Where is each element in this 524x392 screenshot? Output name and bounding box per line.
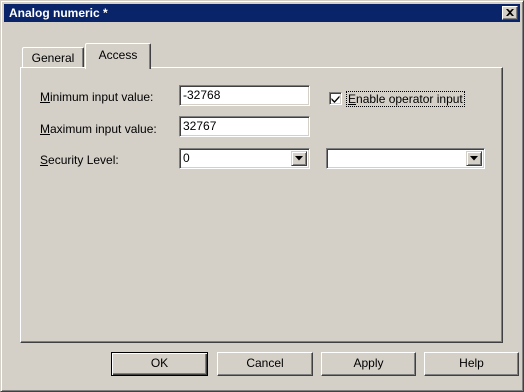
close-icon — [506, 9, 514, 16]
enable-label-accesskey: E — [348, 92, 357, 106]
enable-label-text: nable operator input — [356, 92, 463, 106]
help-button[interactable]: Help — [424, 352, 519, 376]
security-level-value: 0 — [183, 151, 190, 165]
security-label-accesskey: S — [40, 153, 49, 167]
title-bar[interactable]: Analog numeric * — [4, 4, 520, 22]
chevron-down-icon — [470, 156, 478, 161]
enable-operator-checkbox[interactable] — [329, 92, 342, 105]
dialog-window: Analog numeric * General Access Minimum … — [0, 0, 524, 392]
tab-access-label: Access — [98, 48, 138, 62]
min-input-label: Minimum input value: — [40, 89, 153, 105]
enable-operator-label[interactable]: Enable operator input — [346, 91, 465, 107]
secondary-dropdown-button[interactable] — [466, 151, 482, 166]
tab-general[interactable]: General — [22, 47, 84, 67]
chevron-down-icon — [295, 156, 303, 161]
min-input-value: -32768 — [183, 88, 221, 102]
tab-general-label: General — [31, 51, 75, 65]
security-dropdown-button[interactable] — [291, 151, 307, 166]
apply-button[interactable]: Apply — [321, 352, 416, 376]
window-title: Analog numeric * — [9, 6, 108, 20]
max-label-text: aximum input value: — [50, 122, 157, 136]
security-level-label: Security Level: — [40, 152, 119, 168]
min-input-field[interactable]: -32768 — [179, 85, 310, 106]
max-input-value: 32767 — [183, 119, 217, 133]
security-level-select[interactable]: 0 — [179, 148, 310, 169]
secondary-select[interactable] — [326, 148, 485, 169]
ok-button[interactable]: OK — [111, 352, 208, 376]
max-input-label: Maximum input value: — [40, 121, 157, 137]
access-tab-panel — [20, 67, 503, 343]
close-button[interactable] — [502, 6, 518, 20]
min-label-accesskey: M — [40, 90, 50, 104]
max-label-accesskey: M — [40, 122, 50, 136]
max-input-field[interactable]: 32767 — [179, 116, 310, 137]
min-label-text: inimum input value: — [50, 90, 154, 104]
cancel-button[interactable]: Cancel — [217, 352, 313, 376]
security-label-text: ecurity Level: — [48, 153, 119, 167]
checkmark-icon — [331, 95, 340, 103]
tab-access[interactable]: Access — [85, 43, 151, 69]
